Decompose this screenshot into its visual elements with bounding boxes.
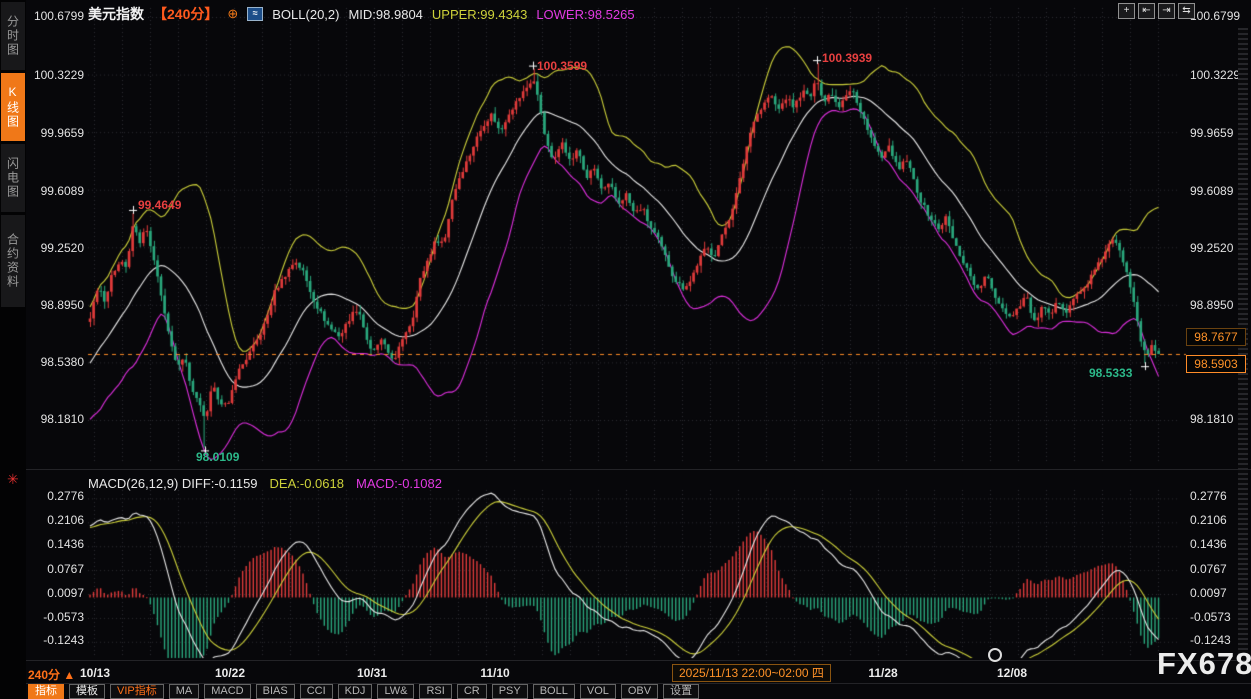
sidebar-item-kline-chart[interactable]: K线图 bbox=[1, 73, 25, 141]
mouse-cursor-icon bbox=[988, 648, 1002, 662]
y-tick: 99.9659 bbox=[28, 126, 84, 140]
crosshair-icon[interactable]: + bbox=[1118, 3, 1135, 19]
sidebar-item-timeline-chart[interactable]: 分时图 bbox=[1, 2, 25, 70]
sidebar-item-flash-chart[interactable]: 闪电图 bbox=[1, 144, 25, 212]
low-price-label: 98.5333 bbox=[1089, 366, 1132, 380]
boll-upper-value: UPPER:99.4343 bbox=[432, 7, 527, 22]
add-indicator-icon[interactable]: ⊕ bbox=[227, 6, 238, 22]
toolbar-item-macd[interactable]: MACD bbox=[204, 684, 250, 699]
low-price-label: 98.0109 bbox=[196, 450, 239, 464]
chart-type-icon[interactable]: ≈ bbox=[247, 7, 263, 21]
sidebar-item-contract-info[interactable]: 合约资料 bbox=[1, 215, 25, 307]
x-tick-date: 10/22 bbox=[215, 666, 245, 680]
y-tick: 0.0097 bbox=[28, 586, 84, 600]
toolbar-item-bias[interactable]: BIAS bbox=[256, 684, 295, 699]
boll-label: BOLL(20,2) bbox=[272, 7, 339, 22]
y-tick: 100.6799 bbox=[28, 9, 84, 23]
indicator-toolbar: 指标 模板 VIP指标 MA MACD BIAS CCI KDJ LW& RSI… bbox=[28, 684, 699, 699]
y-tick: 99.6089 bbox=[28, 184, 84, 198]
scale-left-icon[interactable]: ⇤ bbox=[1138, 3, 1155, 19]
toolbar-item-psy[interactable]: PSY bbox=[492, 684, 528, 699]
toolbar-item-settings[interactable]: 设置 bbox=[663, 684, 699, 699]
toolbar-item-cci[interactable]: CCI bbox=[300, 684, 333, 699]
axis-divider bbox=[26, 660, 1251, 661]
y-tick: 100.3229 bbox=[28, 68, 84, 82]
y-tick: 0.1436 bbox=[28, 537, 84, 551]
high-price-label: 100.3599 bbox=[537, 59, 587, 73]
y-tick: 0.2776 bbox=[28, 489, 84, 503]
chart-tool-icons: + ⇤ ⇥ ⇆ bbox=[1118, 3, 1195, 19]
toolbar-item-vip[interactable]: VIP指标 bbox=[110, 684, 164, 699]
toolbar-item-rsi[interactable]: RSI bbox=[419, 684, 451, 699]
y-tick: 0.0767 bbox=[28, 562, 84, 576]
toolbar-item-vol[interactable]: VOL bbox=[580, 684, 616, 699]
toolbar-item-kdj[interactable]: KDJ bbox=[338, 684, 373, 699]
toolbar-item-lw[interactable]: LW& bbox=[377, 684, 414, 699]
macd-value: MACD:-0.1082 bbox=[356, 476, 442, 491]
y-tick: 99.2520 bbox=[28, 241, 84, 255]
pan-icon[interactable]: ⇆ bbox=[1178, 3, 1195, 19]
toolbar-item-ma[interactable]: MA bbox=[169, 684, 200, 699]
boll-lower-value: LOWER:98.5265 bbox=[536, 7, 634, 22]
panel-marker-icon: ✳ bbox=[7, 472, 19, 486]
last-price-box: 98.5903 bbox=[1186, 355, 1246, 373]
x-tick-date: 11/10 bbox=[480, 666, 509, 680]
macd-dea-value: DEA:-0.0618 bbox=[270, 476, 344, 491]
toolbar-item-cr[interactable]: CR bbox=[457, 684, 487, 699]
panel-divider bbox=[26, 469, 1251, 470]
toolbar-item-templates[interactable]: 模板 bbox=[69, 684, 105, 699]
toolbar-item-boll[interactable]: BOLL bbox=[533, 684, 575, 699]
toolbar-item-obv[interactable]: OBV bbox=[621, 684, 658, 699]
chart-header: 美元指数 【240分】 ⊕ ≈ BOLL(20,2) MID:98.9804 U… bbox=[88, 4, 635, 24]
high-price-label: 100.3939 bbox=[822, 51, 872, 65]
timeframe-label[interactable]: 240分 ▲ bbox=[28, 666, 75, 683]
toolbar-item-indicators[interactable]: 指标 bbox=[28, 684, 64, 699]
high-price-label: 99.4649 bbox=[138, 198, 181, 212]
period-label: 【240分】 bbox=[153, 4, 218, 24]
chart-canvas[interactable] bbox=[0, 0, 1251, 699]
kline-app-window: { "header": { "symbol": "美元指数", "period"… bbox=[0, 0, 1251, 699]
y-tick: 100.6799 bbox=[1190, 9, 1246, 23]
x-tick-date: 11/28 bbox=[868, 666, 897, 680]
y-tick: 0.2106 bbox=[28, 513, 84, 527]
y-tick: -0.1243 bbox=[28, 633, 84, 647]
x-tick-date: 10/31 bbox=[357, 666, 387, 680]
crosshair-datetime-box: 2025/11/13 22:00~02:00 四 bbox=[672, 664, 831, 682]
left-sidebar: 分时图 K线图 闪电图 合约资料 ✳ bbox=[0, 0, 26, 699]
macd-diff-value: MACD(26,12,9) DIFF:-0.1159 bbox=[88, 476, 258, 491]
fx678-watermark: FX678 bbox=[1157, 646, 1251, 682]
symbol-name: 美元指数 bbox=[88, 4, 144, 24]
y-tick: 98.5380 bbox=[28, 355, 84, 369]
y-tick: -0.0573 bbox=[28, 610, 84, 624]
ref-price-box: 98.7677 bbox=[1186, 328, 1246, 346]
y-tick: 98.1810 bbox=[28, 412, 84, 426]
boll-mid-value: MID:98.9804 bbox=[348, 7, 422, 22]
x-tick-date: 12/08 bbox=[997, 666, 1027, 680]
macd-header: MACD(26,12,9) DIFF:-0.1159 DEA:-0.0618 M… bbox=[88, 476, 442, 491]
x-tick-date: 10/13 bbox=[80, 666, 110, 680]
y-tick: 98.8950 bbox=[28, 298, 84, 312]
scale-right-icon[interactable]: ⇥ bbox=[1158, 3, 1175, 19]
